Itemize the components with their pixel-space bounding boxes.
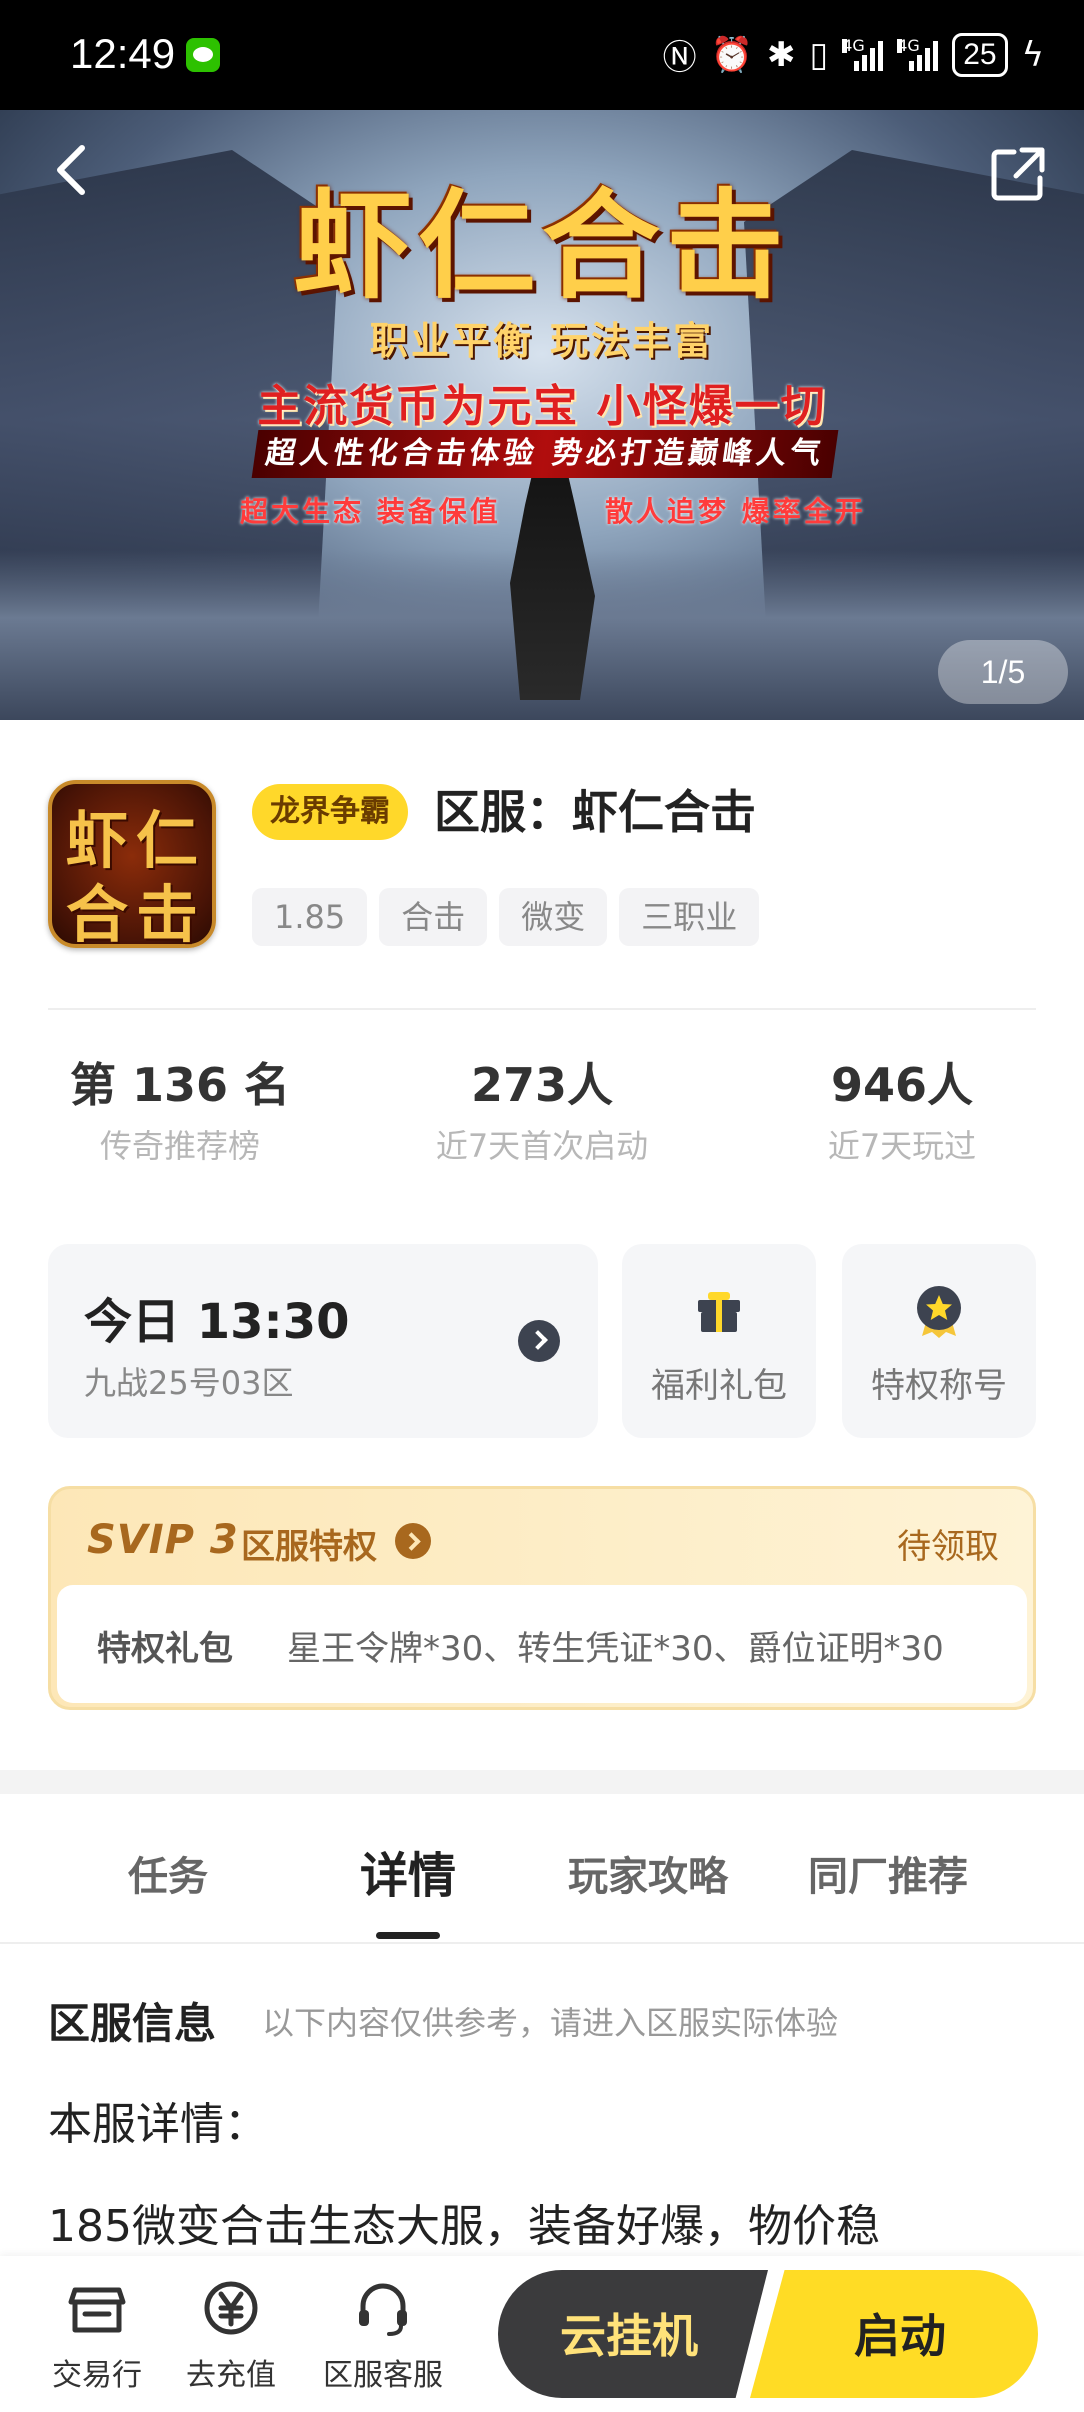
banner-slogan-4-right: 散人追梦 爆率全开 — [605, 495, 866, 528]
svip-privilege-panel[interactable]: SVIP 3 区服特权 待领取 特权礼包 星王令牌*30、转生凭证*30、爵位证… — [48, 1486, 1036, 1710]
banner-slogan-2: 主流货币为元宝 小怪爆一切 — [257, 381, 827, 432]
tab-tasks[interactable]: 任务 — [48, 1844, 288, 1902]
charging-icon: ϟ — [1021, 34, 1044, 75]
alarm-icon: ⏰ — [710, 34, 753, 75]
status-bar: 12:49 Ⓝ ⏰ ✱ ▯ 4G 4G 25 ϟ — [0, 0, 1084, 110]
stat-value: 946人 — [830, 1058, 974, 1112]
stat-value: 273人 — [470, 1058, 614, 1112]
tab-same-vendor[interactable]: 同厂推荐 — [768, 1844, 1008, 1902]
stat-value: 第 136 名 — [69, 1058, 291, 1112]
gift-icon — [698, 1292, 740, 1332]
cloud-idle-label: 云挂机 — [560, 2309, 698, 2363]
banner-slogan-4-left: 超大生态 装备保值 — [240, 495, 501, 528]
cell-signal-2-icon: 4G — [897, 37, 939, 71]
status-icons: Ⓝ ⏰ ✱ ▯ 4G 4G 25 ϟ — [663, 30, 1044, 79]
chevron-right-icon — [518, 1320, 560, 1362]
tab-details[interactable]: 详情 — [288, 1836, 528, 1906]
server-name: 九战25号03区 — [84, 1364, 294, 1402]
banner-pager: 1/5 — [938, 640, 1068, 704]
svip-logo: SVIP 3 — [87, 1517, 239, 1563]
stat-played: 946人 近7天玩过 — [722, 1050, 1082, 1172]
section-title: 区服信息 — [48, 1990, 216, 2051]
privilege-title-label: 特权称号 — [871, 1366, 1007, 1406]
share-external-icon[interactable] — [988, 144, 1048, 204]
section-title-text: 区服信息 — [48, 1999, 217, 2048]
category-tag[interactable]: 龙界争霸 — [252, 784, 408, 840]
start-game-label: 启动 — [854, 2309, 946, 2363]
chevron-right-icon — [395, 1523, 431, 1559]
trade-market-label: 交易行 — [52, 2358, 142, 2393]
detail-paragraph: 185微变合击生态大服，装备好爆，物价稳 — [48, 2201, 880, 2252]
game-banner-carousel[interactable]: 虾仁合击 职业平衡 玩法丰富 主流货币为元宝 小怪爆一切 超人性化合击体验 势必… — [0, 110, 1084, 720]
bluetooth-icon: ✱ — [766, 34, 796, 75]
banner-slogan-3: 超人性化合击体验 势必打造巅峰人气 — [251, 430, 839, 478]
banner-title: 虾仁合击 — [293, 176, 790, 315]
cloud-idle-button[interactable]: 云挂机 — [498, 2270, 768, 2398]
game-icon-char-4: 击 — [136, 878, 199, 951]
trade-market-button[interactable]: 交易行 — [22, 2276, 172, 2394]
medal-icon — [917, 1286, 961, 1338]
server-support-button[interactable]: 区服客服 — [308, 2276, 458, 2394]
wechat-notification-icon — [186, 38, 220, 72]
start-game-button[interactable]: 启动 — [750, 2270, 1038, 2398]
tag-chip: 合击 — [379, 888, 488, 946]
tab-bar: 任务 详情 玩家攻略 同厂推荐 — [0, 1796, 1084, 1946]
tab-player-guides[interactable]: 玩家攻略 — [528, 1844, 768, 1902]
svip-gift-key: 特权礼包 — [97, 1629, 233, 1669]
stat-rank[interactable]: 第 136 名 传奇推荐榜 — [0, 1050, 360, 1172]
stat-label: 近7天玩过 — [827, 1127, 977, 1165]
tag-chip: 微变 — [499, 888, 608, 946]
game-app-icon: 虾 仁 合 击 — [48, 780, 216, 951]
divider — [48, 1008, 1036, 1010]
status-time: 12:49 — [70, 30, 176, 77]
svip-heading: 区服特权 — [241, 1527, 377, 1567]
stat-label: 传奇推荐榜 — [99, 1127, 260, 1165]
game-tags: 1.85 合击 微变 三职业 — [252, 888, 760, 946]
recharge-button[interactable]: 去充值 — [156, 2276, 306, 2394]
server-open-time: 今日 13:30 — [84, 1294, 350, 1350]
cell-signal-1-icon: 4G — [842, 37, 884, 71]
divider — [0, 1942, 1084, 1944]
svip-gift-row: 特权礼包 星王令牌*30、转生凭证*30、爵位证明*30 — [57, 1585, 1027, 1703]
section-gap — [0, 1770, 1084, 1794]
yuan-coin-icon — [204, 2281, 258, 2335]
privilege-title-card[interactable]: 特权称号 — [842, 1244, 1036, 1438]
server-support-label: 区服客服 — [323, 2358, 443, 2393]
back-arrow-icon[interactable] — [44, 140, 104, 200]
game-icon-char-3: 合 — [66, 878, 129, 951]
active-tab-indicator — [376, 1932, 440, 1939]
section-note: 以下内容仅供参考，请进入区服实际体验 — [262, 2004, 839, 2042]
stat-first-launch: 273人 近7天首次启动 — [362, 1050, 722, 1172]
welfare-gift-label: 福利礼包 — [651, 1366, 787, 1406]
battery-indicator: 25 — [952, 32, 1008, 77]
welfare-gift-card[interactable]: 福利礼包 — [622, 1244, 816, 1438]
vibrate-icon: ▯ — [809, 34, 829, 75]
banner-slogan-1: 职业平衡 玩法丰富 — [369, 319, 715, 363]
server-open-card[interactable]: 今日 13:30 九战25号03区 — [48, 1244, 598, 1438]
recharge-label: 去充值 — [186, 2358, 276, 2393]
store-icon — [68, 2287, 126, 2333]
svip-claim-status[interactable]: 待领取 — [897, 1519, 999, 1568]
game-title: 区服：虾仁合击 — [434, 785, 756, 839]
tag-chip: 1.85 — [252, 888, 368, 946]
tag-chip: 三职业 — [619, 888, 760, 946]
nfc-icon: Ⓝ — [662, 38, 697, 78]
svip-gift-value: 星王令牌*30、转生凭证*30、爵位证明*30 — [287, 1629, 944, 1669]
stat-label: 近7天首次启动 — [435, 1127, 649, 1165]
detail-paragraph: 本服详情： — [48, 2099, 268, 2150]
headset-icon — [359, 2283, 407, 2336]
stats-row: 第 136 名 传奇推荐榜 273人 近7天首次启动 946人 近7天玩过 — [0, 1050, 1084, 1170]
